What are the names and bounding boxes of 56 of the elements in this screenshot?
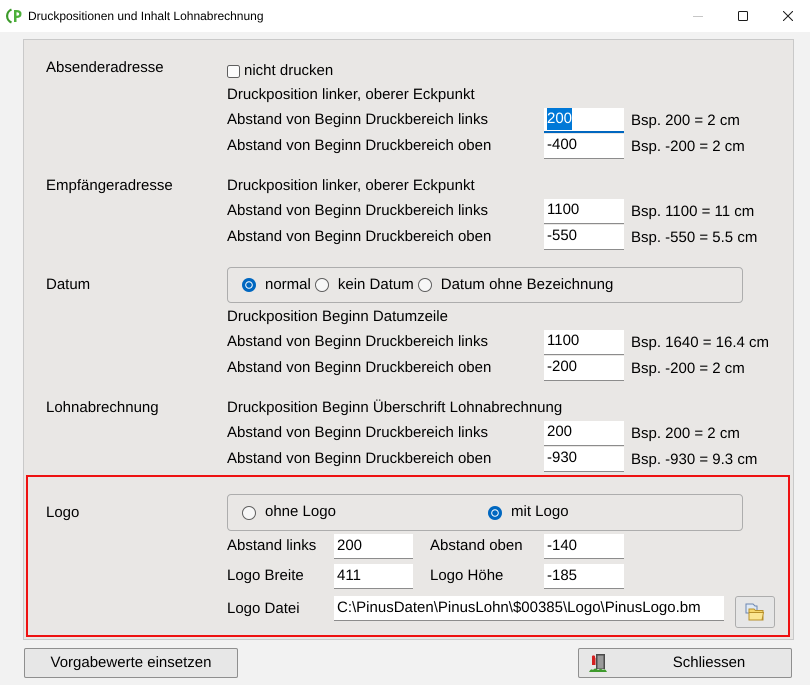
example-text: Bsp. 1640 = 16.4 cm <box>631 333 770 354</box>
section-heading: Druckposition linker, oberer Eckpunkt <box>227 176 475 196</box>
input-field[interactable]: -550 <box>544 224 624 250</box>
field-label: Abstand von Beginn Druckbereich links <box>227 422 489 443</box>
input-field[interactable]: 200 <box>334 534 413 559</box>
section-heading: Druckposition Beginn Überschrift Lohnabrechnung <box>227 398 562 418</box>
field-label: Logo Datei <box>227 599 301 619</box>
field-label: Abstand von Beginn Druckbereich links <box>227 200 489 221</box>
example-text: Bsp. -930 = 9.3 cm <box>631 450 758 470</box>
input-field[interactable]: -200 <box>544 356 624 380</box>
field-label: Abstand von Beginn Druckbereich oben <box>227 358 492 378</box>
radio-option[interactable]: Datum ohne Bezeichnung <box>418 274 614 296</box>
radio-option[interactable]: kein Datum <box>314 274 414 296</box>
example-text: Bsp. -200 = 2 cm <box>631 359 745 380</box>
input-field[interactable]: 200 <box>544 420 624 446</box>
input-field[interactable]: -140 <box>544 534 624 559</box>
example-text: Bsp. 200 = 2 cm <box>631 111 740 132</box>
field-label: Abstand von Beginn Druckbereich oben <box>227 448 492 469</box>
window-title: Druckpositionen und Inhalt Lohnabrechnung <box>28 8 264 25</box>
input-field[interactable]: -185 <box>544 564 624 589</box>
input-field[interactable]: -400 <box>544 134 624 158</box>
checkbox[interactable]: nicht drucken <box>227 60 334 82</box>
example-text: Bsp. -550 = 5.5 cm <box>631 228 758 248</box>
section-label: Empfängeradresse <box>46 176 174 196</box>
field-label: Abstand von Beginn Druckbereich links <box>227 332 489 352</box>
door-icon <box>589 653 607 673</box>
close-button[interactable]: Schliessen <box>578 648 792 678</box>
input-field[interactable]: 1100 <box>544 330 624 354</box>
example-text: Bsp. -200 = 2 cm <box>631 137 745 158</box>
radio-option[interactable]: mit Logo <box>488 501 569 524</box>
field-label: Abstand von Beginn Druckbereich oben <box>227 136 492 156</box>
example-text: Bsp. 1100 = 11 cm <box>631 202 754 222</box>
folder-icon <box>745 603 765 621</box>
input-field[interactable]: -930 <box>544 446 624 472</box>
input-field[interactable]: 200 <box>544 108 624 132</box>
input-field[interactable]: C:\PinusDaten\PinusLohn\$00385\Logo\PinusLogo.bm <box>334 596 724 621</box>
field-label: Logo Breite <box>227 566 305 586</box>
radio-option[interactable]: normal <box>242 274 311 296</box>
field-label: Abstand oben <box>430 536 524 556</box>
section-label: Absenderadresse <box>46 58 165 78</box>
section-label: Datum <box>46 275 92 295</box>
section-heading: Druckposition Beginn Datumzeile <box>227 306 448 327</box>
section-heading: Druckposition linker, oberer Eckpunkt <box>227 84 475 105</box>
field-label: Abstand von Beginn Druckbereich oben <box>227 226 492 247</box>
input-field[interactable]: 1100 <box>544 198 624 224</box>
section-label: Lohnabrechnung <box>46 398 160 418</box>
radio-option[interactable]: ohne Logo <box>242 501 336 524</box>
input-field[interactable]: 411 <box>334 564 413 589</box>
example-text: Bsp. 200 = 2 cm <box>631 424 740 444</box>
field-label: Logo Höhe <box>430 566 504 586</box>
browse-button[interactable] <box>735 596 775 628</box>
section-label: Logo <box>46 503 80 523</box>
defaults-button[interactable]: Vorgabewerte einsetzen <box>24 648 238 678</box>
field-label: Abstand von Beginn Druckbereich links <box>227 110 489 130</box>
field-label: Abstand links <box>227 536 318 556</box>
app-logo-icon <box>6 8 22 24</box>
